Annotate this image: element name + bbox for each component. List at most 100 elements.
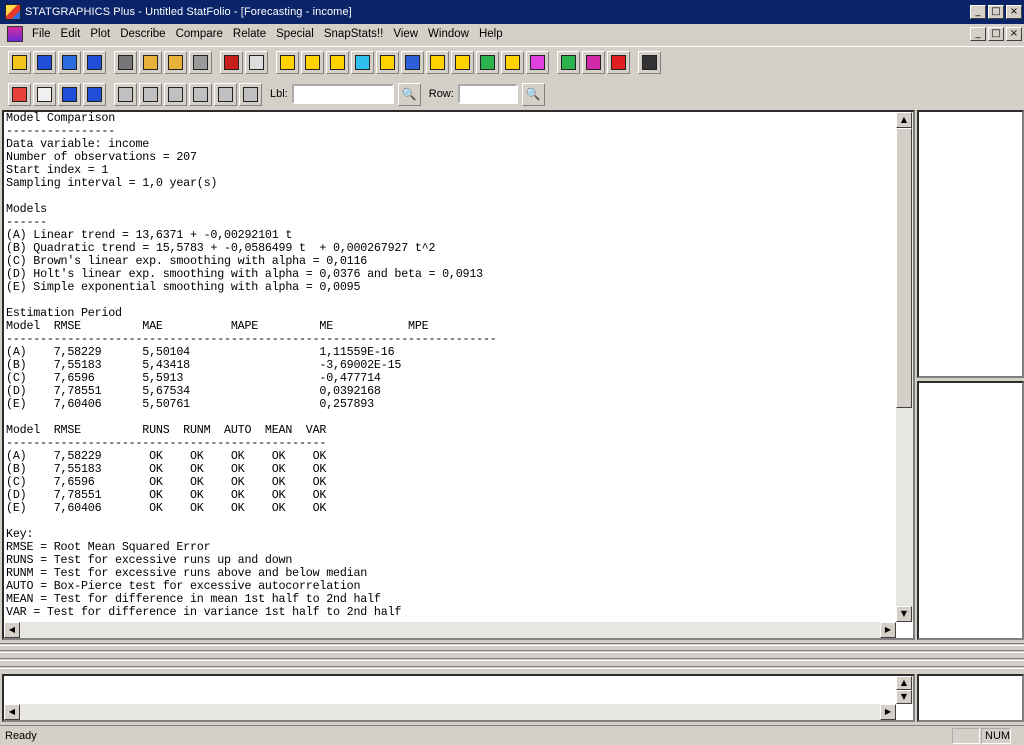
- print-button[interactable]: [220, 51, 243, 74]
- bottom-graph-pane[interactable]: [917, 674, 1024, 722]
- open-folder-button[interactable]: [8, 51, 31, 74]
- scroll-up-arrow-icon[interactable]: ▲: [896, 676, 912, 690]
- line-chart-icon: [455, 55, 470, 70]
- histogram-button[interactable]: [326, 51, 349, 74]
- window-controls: _ □ ×: [970, 5, 1022, 19]
- bell-curve-icon: [430, 55, 445, 70]
- menu-window[interactable]: Window: [423, 28, 474, 40]
- smooth-button[interactable]: [239, 82, 262, 106]
- scroll-left-arrow-icon[interactable]: ◀: [4, 704, 20, 720]
- caps-indicator: [952, 728, 980, 744]
- main-toolbar: [0, 46, 1024, 78]
- sigma-button[interactable]: [582, 51, 605, 74]
- statgraphics-window: STATGRAPHICS Plus - Untitled StatFolio -…: [0, 0, 1024, 745]
- undo-button[interactable]: [189, 51, 212, 74]
- gem-button[interactable]: [526, 51, 549, 74]
- binoculars-icon: 🔍: [401, 87, 417, 101]
- globe-icon: [480, 55, 495, 70]
- menu-file[interactable]: File: [27, 28, 56, 40]
- copy-icon: [143, 55, 158, 70]
- graph-save-button[interactable]: [83, 82, 106, 106]
- move-button[interactable]: [139, 82, 162, 106]
- menu-view[interactable]: View: [388, 28, 423, 40]
- menu-edit[interactable]: Edit: [56, 28, 86, 40]
- scroll-left-arrow-icon[interactable]: ◀: [4, 622, 20, 638]
- scroll-right-arrow-icon[interactable]: ▶: [880, 704, 896, 720]
- window-title: STATGRAPHICS Plus - Untitled StatFolio -…: [25, 6, 352, 18]
- close-button[interactable]: ×: [1006, 5, 1022, 19]
- statgraphics-app-icon[interactable]: [5, 4, 21, 20]
- spreadsheet-button[interactable]: [58, 51, 81, 74]
- scroll-right-arrow-icon[interactable]: ▶: [880, 622, 896, 638]
- brush-button[interactable]: [164, 82, 187, 106]
- pane-splitter[interactable]: [0, 658, 1024, 661]
- pane-splitter[interactable]: [0, 666, 1024, 669]
- title-bar: STATGRAPHICS Plus - Untitled StatFolio -…: [0, 0, 1024, 24]
- menu-plot[interactable]: Plot: [85, 28, 115, 40]
- scroll-down-arrow-icon[interactable]: ▼: [896, 690, 912, 704]
- scroll-up-arrow-icon[interactable]: ▲: [896, 112, 912, 128]
- row-input[interactable]: [457, 84, 518, 104]
- globe-button[interactable]: [476, 51, 499, 74]
- graph-pane-top[interactable]: [917, 110, 1024, 378]
- analysis-button[interactable]: [8, 82, 31, 106]
- text-vertical-scrollbar[interactable]: ▲ ▼: [896, 112, 913, 622]
- brush-icon: [168, 86, 183, 102]
- menu-relate[interactable]: Relate: [228, 28, 271, 40]
- line-chart-button[interactable]: [451, 51, 474, 74]
- lbl-input[interactable]: [291, 84, 394, 104]
- zoom-button[interactable]: [214, 82, 237, 106]
- jitter-button[interactable]: [189, 82, 212, 106]
- analysis-toolbar: Lbl: 🔍 Row: 🔍: [0, 79, 1024, 109]
- save-button[interactable]: [33, 51, 56, 74]
- label-button[interactable]: [114, 82, 137, 106]
- doc-restore-button[interactable]: □: [988, 27, 1004, 41]
- row-label: Row:: [428, 88, 454, 100]
- xy-plot-button[interactable]: [351, 51, 374, 74]
- grid-plot-icon: [380, 55, 395, 70]
- pane-splitter[interactable]: [0, 643, 1024, 646]
- graph-pane-button[interactable]: [58, 82, 81, 106]
- row-find-button[interactable]: 🔍: [521, 82, 545, 106]
- print-preview-button[interactable]: [245, 51, 268, 74]
- lbl-find-button[interactable]: 🔍: [397, 82, 421, 106]
- doc-minimize-button[interactable]: _: [970, 27, 986, 41]
- go-arrow-button[interactable]: [557, 51, 580, 74]
- scroll-down-arrow-icon[interactable]: ▼: [896, 606, 912, 622]
- text-pane-button[interactable]: [33, 82, 56, 106]
- paste-button[interactable]: [164, 51, 187, 74]
- pane-splitter[interactable]: [0, 650, 1024, 653]
- calculator-button[interactable]: [638, 51, 661, 74]
- document-window-controls: _ □ ×: [970, 27, 1022, 41]
- minimize-button[interactable]: _: [970, 5, 986, 19]
- sigma-icon: [586, 55, 601, 70]
- document-system-menu-icon[interactable]: [7, 26, 23, 42]
- menu-compare[interactable]: Compare: [171, 28, 228, 40]
- text-horizontal-scrollbar[interactable]: ◀ ▶: [4, 622, 896, 638]
- box-plot-icon: [305, 55, 320, 70]
- grid-plot-button[interactable]: [376, 51, 399, 74]
- step-chart-button[interactable]: [501, 51, 524, 74]
- gem-icon: [530, 55, 545, 70]
- cut-button[interactable]: [114, 51, 137, 74]
- menu-help[interactable]: Help: [474, 28, 508, 40]
- wave-plot-button[interactable]: [401, 51, 424, 74]
- analysis-text-pane[interactable]: Model Comparison ---------------- Data v…: [2, 110, 915, 640]
- menu-snapstats[interactable]: SnapStats!!: [319, 28, 388, 40]
- box-plot-button[interactable]: [301, 51, 324, 74]
- copy-button[interactable]: [139, 51, 162, 74]
- maximize-button[interactable]: □: [988, 5, 1004, 19]
- doc-close-button[interactable]: ×: [1006, 27, 1022, 41]
- bell-curve-button[interactable]: [426, 51, 449, 74]
- menu-special[interactable]: Special: [271, 28, 319, 40]
- graph-pane-bottom[interactable]: [917, 381, 1024, 640]
- model-comparison-output[interactable]: Model Comparison ---------------- Data v…: [6, 112, 898, 622]
- data-save-button[interactable]: [83, 51, 106, 74]
- bottom-text-pane[interactable]: ▲ ▼ ◀ ▶: [2, 674, 915, 722]
- bottom-horizontal-scrollbar[interactable]: ◀ ▶: [4, 704, 896, 720]
- help-button[interactable]: [607, 51, 630, 74]
- scatter-plot-button[interactable]: [276, 51, 299, 74]
- menu-describe[interactable]: Describe: [115, 28, 170, 40]
- vertical-scroll-thumb[interactable]: [896, 128, 912, 408]
- bottom-vertical-scrollbar[interactable]: ▲ ▼: [896, 676, 913, 704]
